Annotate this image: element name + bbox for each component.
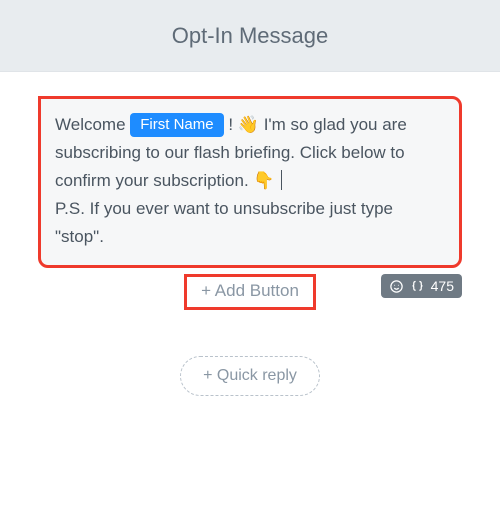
text-cursor	[281, 170, 282, 190]
add-button[interactable]: + Add Button	[184, 274, 316, 310]
message-actions-row: + Add Button	[38, 270, 462, 314]
add-quick-reply-button[interactable]: + Quick reply	[180, 356, 320, 396]
wave-emoji: 👋	[238, 115, 259, 134]
message-editor-frame: Opt-In Message Welcome First Name ! 👋 I'…	[0, 0, 500, 507]
editor-body: Welcome First Name ! 👋 I'm so glad you a…	[0, 72, 500, 507]
point-down-emoji: 👇	[253, 171, 274, 190]
message-text-editor[interactable]: Welcome First Name ! 👋 I'm so glad you a…	[38, 96, 462, 268]
quick-reply-row: + Quick reply	[38, 356, 462, 396]
smiley-icon[interactable]	[389, 279, 404, 294]
msg-text-4: P.S. If you ever want to unsubscribe jus…	[55, 199, 393, 246]
editor-tools-pill: 475	[381, 274, 462, 298]
braces-icon[interactable]	[410, 279, 425, 294]
msg-text-1: Welcome	[55, 115, 130, 134]
char-counter: 475	[431, 278, 454, 294]
section-header: Opt-In Message	[0, 0, 500, 72]
msg-text-2: !	[228, 115, 237, 134]
variable-chip-first-name[interactable]: First Name	[130, 113, 223, 137]
message-content: Welcome First Name ! 👋 I'm so glad you a…	[55, 115, 407, 246]
message-card: Welcome First Name ! 👋 I'm so glad you a…	[38, 96, 462, 396]
section-title: Opt-In Message	[172, 23, 329, 49]
